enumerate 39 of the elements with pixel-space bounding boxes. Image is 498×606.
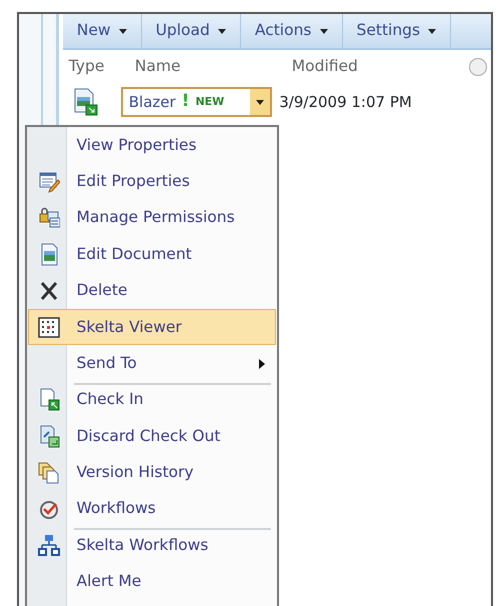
toolbar-menu-button[interactable]: Settings <box>342 14 452 48</box>
column-header[interactable]: Type <box>62 55 129 79</box>
modified-date: 3/9/2009 1:07 PM <box>279 92 412 113</box>
caret-icon <box>428 28 436 34</box>
column-header[interactable]: Name <box>128 55 286 79</box>
column-header[interactable]: Modified <box>286 55 358 79</box>
check-in-icon <box>38 388 60 412</box>
caret-icon <box>320 28 328 34</box>
document-undo-icon <box>38 424 60 448</box>
image-file-icon <box>72 88 99 116</box>
delete-icon <box>38 279 60 302</box>
menu-item[interactable]: Version History <box>28 454 276 491</box>
menu-item[interactable]: Send To <box>28 345 276 382</box>
toolbar-menu-button[interactable]: Upload <box>142 14 241 48</box>
dropdown-button[interactable] <box>250 89 270 115</box>
menu-item[interactable]: Workflows <box>28 490 276 528</box>
dotted-grid-icon <box>38 316 60 339</box>
menu-item[interactable]: Delete <box>28 272 276 309</box>
stacked-pages-icon <box>38 461 60 484</box>
menu-item[interactable]: Skelta Viewer <box>28 308 276 346</box>
submenu-arrow-icon <box>259 358 265 369</box>
menu-item[interactable]: Edit Document <box>28 236 276 273</box>
menu-item[interactable]: Manage Permissions <box>28 200 276 236</box>
menu-item[interactable]: View Properties <box>28 127 276 164</box>
lock-document-icon <box>38 206 60 230</box>
menu-item[interactable]: Alert Me <box>28 564 276 600</box>
menu-item[interactable]: Discard Check Out <box>28 418 276 455</box>
new-mark: ! <box>182 90 190 114</box>
hierarchy-icon <box>38 534 60 557</box>
caret-icon <box>256 100 264 104</box>
document-name-field[interactable]: Blazer ! NEW <box>120 87 272 117</box>
document-name[interactable]: Blazer <box>128 90 176 114</box>
caret-icon <box>118 28 127 34</box>
edit-form-icon <box>38 170 60 194</box>
menu-item[interactable]: Edit Properties <box>28 163 276 200</box>
toolbar-menu-button[interactable]: Actions <box>240 14 342 48</box>
new-label: NEW <box>195 94 224 110</box>
toolbar-menu-button[interactable]: New <box>62 14 142 48</box>
caret-icon <box>218 28 226 34</box>
